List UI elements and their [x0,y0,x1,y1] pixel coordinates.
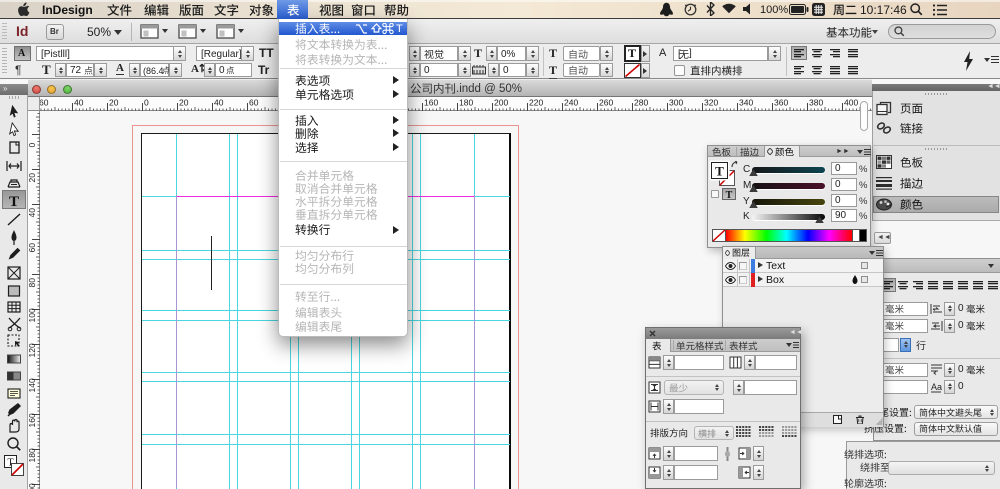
svg-text:180: 180 [459,98,473,108]
svg-text:320: 320 [704,98,718,108]
svg-text:60: 60 [249,98,259,108]
svg-text:240: 240 [564,98,578,108]
svg-text:120: 120 [28,343,37,357]
svg-text:T: T [726,190,733,200]
svg-text:160: 160 [28,413,37,427]
svg-text:40: 40 [214,98,224,108]
svg-text:360: 360 [774,98,788,108]
svg-text:220: 220 [529,98,543,108]
svg-text:300: 300 [669,98,683,108]
svg-text:160: 160 [424,98,438,108]
svg-text:100: 100 [28,308,37,322]
svg-text:T: T [715,164,724,179]
svg-text:200: 200 [28,483,37,489]
svg-text:0: 0 [28,143,37,148]
svg-text:280: 280 [634,98,648,108]
svg-text:T: T [9,194,19,210]
svg-text:200: 200 [494,98,508,108]
svg-text:340: 340 [739,98,753,108]
svg-text:80: 80 [28,278,37,288]
svg-text:260: 260 [599,98,613,108]
svg-text:20: 20 [28,173,37,183]
svg-text:60: 60 [40,98,49,108]
svg-text:Aa: Aa [931,382,942,392]
svg-text:60: 60 [28,243,37,253]
svg-text:380: 380 [809,98,823,108]
svg-text:0: 0 [144,98,149,108]
svg-text:140: 140 [28,378,37,392]
svg-text:40: 40 [74,98,84,108]
svg-text:20: 20 [109,98,119,108]
svg-text:400: 400 [844,98,858,108]
svg-text:20: 20 [179,98,189,108]
svg-text:40: 40 [28,208,37,218]
svg-text:180: 180 [28,448,37,462]
